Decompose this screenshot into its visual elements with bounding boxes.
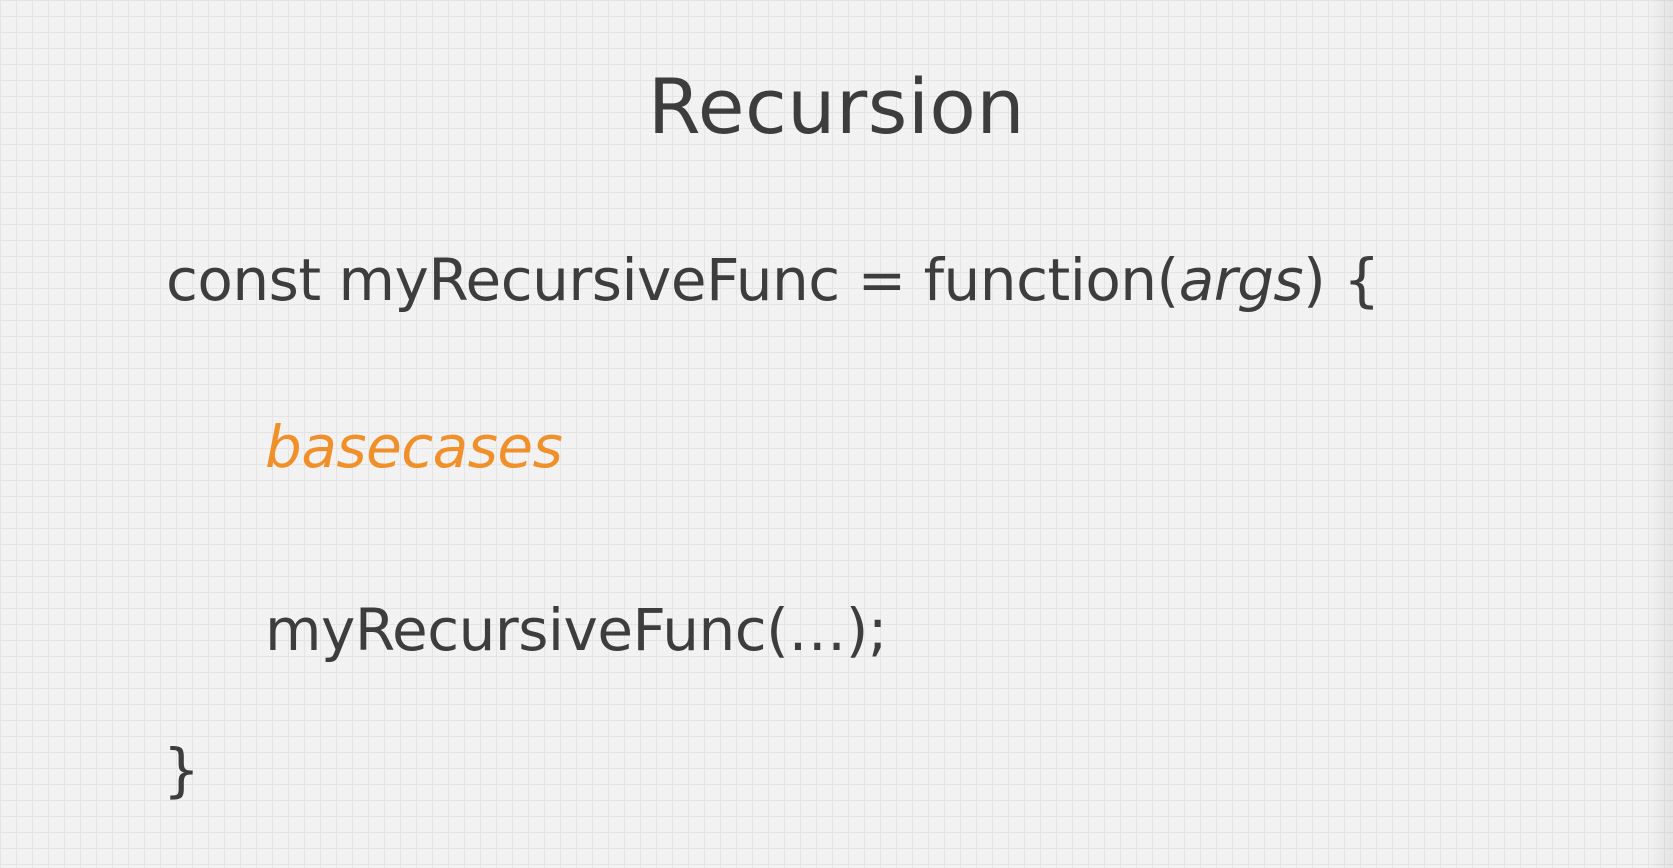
code-line-declaration: const myRecursiveFunc = function(args) { bbox=[166, 245, 1380, 315]
edge-shadow bbox=[1647, 0, 1673, 868]
slide-title: Recursion bbox=[647, 62, 1026, 151]
code-line-recursive-call: myRecursiveFunc(…); bbox=[265, 596, 887, 664]
slide: Recursion const myRecursiveFunc = functi… bbox=[0, 0, 1673, 868]
code-declaration-suffix: ) { bbox=[1303, 246, 1380, 314]
code-declaration-prefix: const myRecursiveFunc = function( bbox=[166, 246, 1179, 314]
code-line-closing-brace: } bbox=[163, 736, 200, 804]
code-line-basecases: basecases bbox=[265, 413, 563, 481]
code-args: args bbox=[1178, 246, 1304, 314]
